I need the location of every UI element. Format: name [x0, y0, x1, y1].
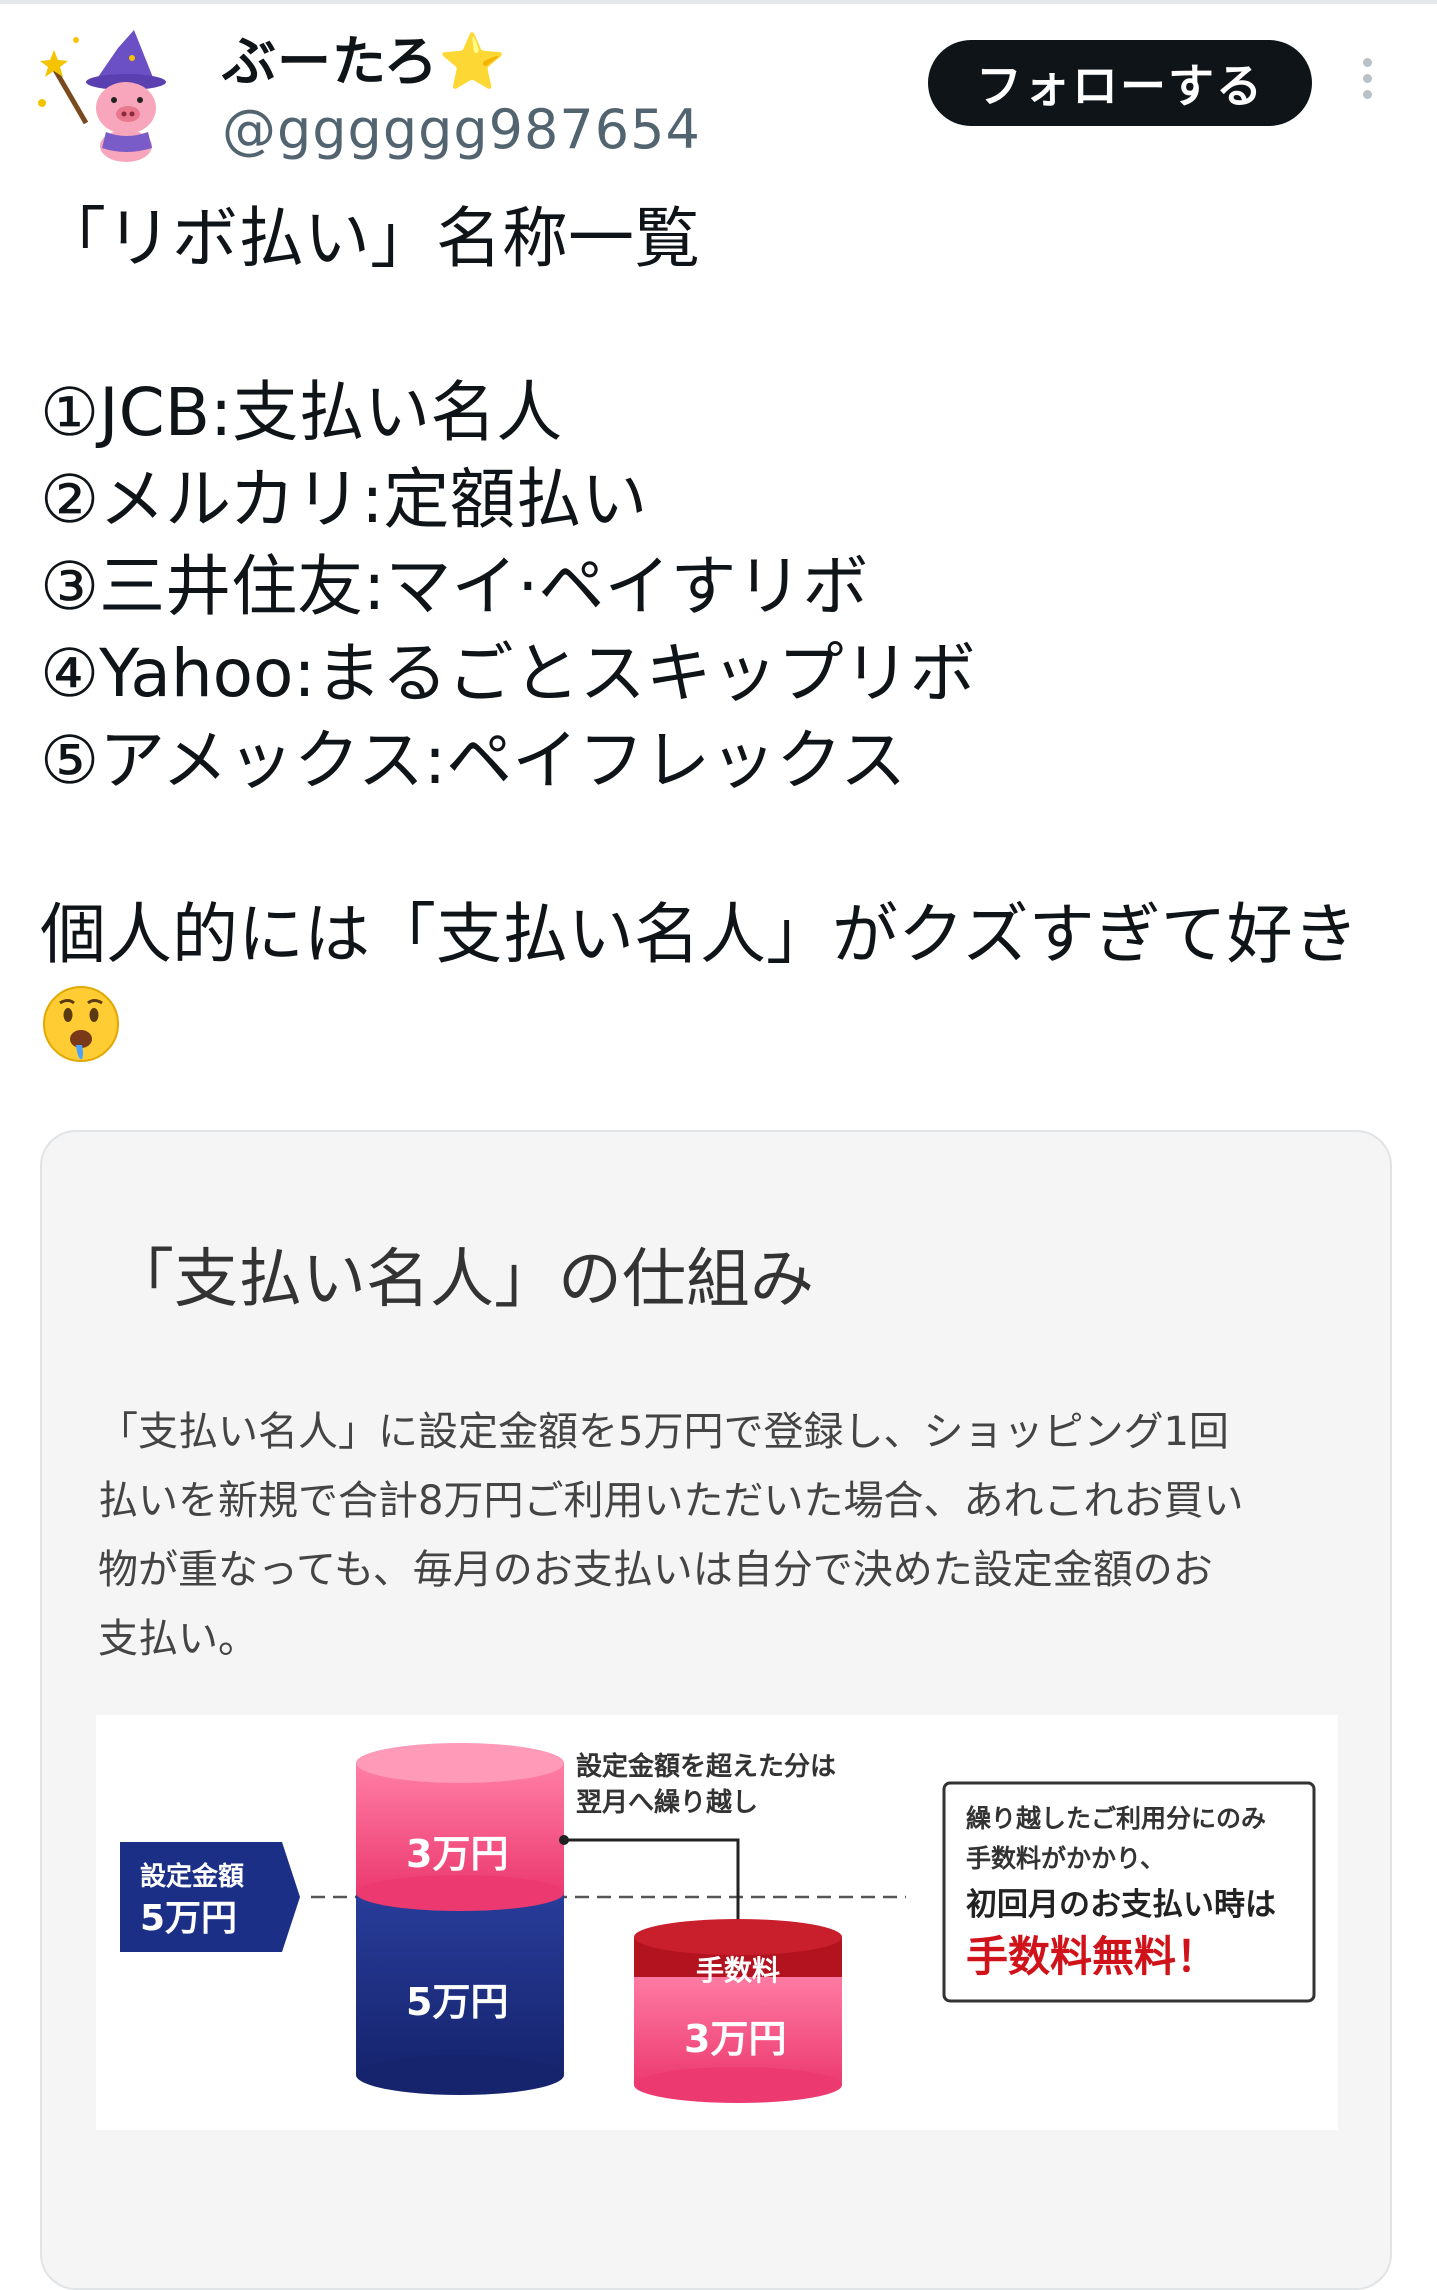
list-item: ③三井住友:マイ·ペイすリボ	[40, 548, 869, 625]
avatar-icon	[38, 30, 166, 162]
card-description: 「支払い名人」に設定金額を5万円で登録し、ショッピング1回 払いを新規で合計8万…	[98, 1398, 1348, 1674]
setting-label: 設定金額	[140, 1861, 244, 1892]
card-description-line: 物が重なっても、毎月のお支払いは自分で決めた設定金額のお	[98, 1547, 1213, 1593]
stack-bottom-amount: 5万円	[406, 1980, 508, 2024]
fee-info-line: 初回月のお支払い時は	[966, 1887, 1276, 1923]
tweet-title: 「リボ払い」名称一覧	[40, 200, 700, 277]
card-description-line: 払いを新規で合計8万円ご利用いただいた場合、あれこれお買い	[98, 1478, 1244, 1524]
stack-top-amount: 3万円	[406, 1832, 508, 1876]
carry-note-line: 設定金額を超えた分は	[576, 1751, 836, 1782]
card-description-line: 支払い。	[98, 1616, 258, 1662]
more-vertical-icon[interactable]	[1355, 58, 1379, 108]
list-item: ④Yahoo:まるごとスキップリボ	[40, 635, 976, 712]
star-emoji: ⭐	[438, 30, 508, 93]
tweet-comment: 個人的には「支払い名人」がクズすぎて好き	[40, 896, 1359, 973]
drooling-face-emoji	[42, 985, 120, 1063]
list-item: ⑤アメックス:ペイフレックス	[40, 722, 907, 799]
user-handle[interactable]: @gggggg987654	[222, 98, 701, 162]
display-name-text: ぶーたろ	[222, 30, 439, 93]
display-name[interactable]: ぶーたろ⭐	[222, 30, 507, 94]
carry-over-arrow	[564, 1838, 740, 1927]
list-item: ①JCB:支払い名人	[40, 374, 563, 451]
fee-amount: 3万円	[684, 2017, 786, 2061]
tweet-text: 「リボ払い」名称一覧 ①JCB:支払い名人 ②メルカリ:定額払い ③三井住友:マ…	[40, 195, 1410, 978]
fee-free-text: 手数料無料！	[966, 1932, 1218, 1981]
follow-button[interactable]: フォローする	[928, 40, 1312, 126]
fee-label: 手数料	[696, 1954, 780, 1987]
fee-info-line: 繰り越したご利用分にのみ	[966, 1804, 1266, 1833]
list-item: ②メルカリ:定額払い	[40, 461, 648, 538]
fee-info-line: 手数料がかかり、	[966, 1844, 1165, 1873]
payment-diagram: 設定金額 5万円 3万円 5万円 設定金額を超えた分は 翌月へ繰り越し 手数料 …	[96, 1715, 1338, 2130]
card-description-line: 「支払い名人」に設定金額を5万円で登録し、ショッピング1回	[98, 1409, 1229, 1455]
card-title: 「支払い名人」の仕組み	[110, 1243, 814, 1317]
payment-diagram-svg: 設定金額 5万円 3万円 5万円 設定金額を超えた分は 翌月へ繰り越し 手数料 …	[120, 1743, 1316, 2103]
wizard-pig-avatar[interactable]	[36, 28, 186, 163]
top-divider	[0, 0, 1437, 4]
carry-note-line: 翌月へ繰り越し	[576, 1787, 758, 1818]
setting-amount: 5万円	[140, 1898, 237, 1939]
